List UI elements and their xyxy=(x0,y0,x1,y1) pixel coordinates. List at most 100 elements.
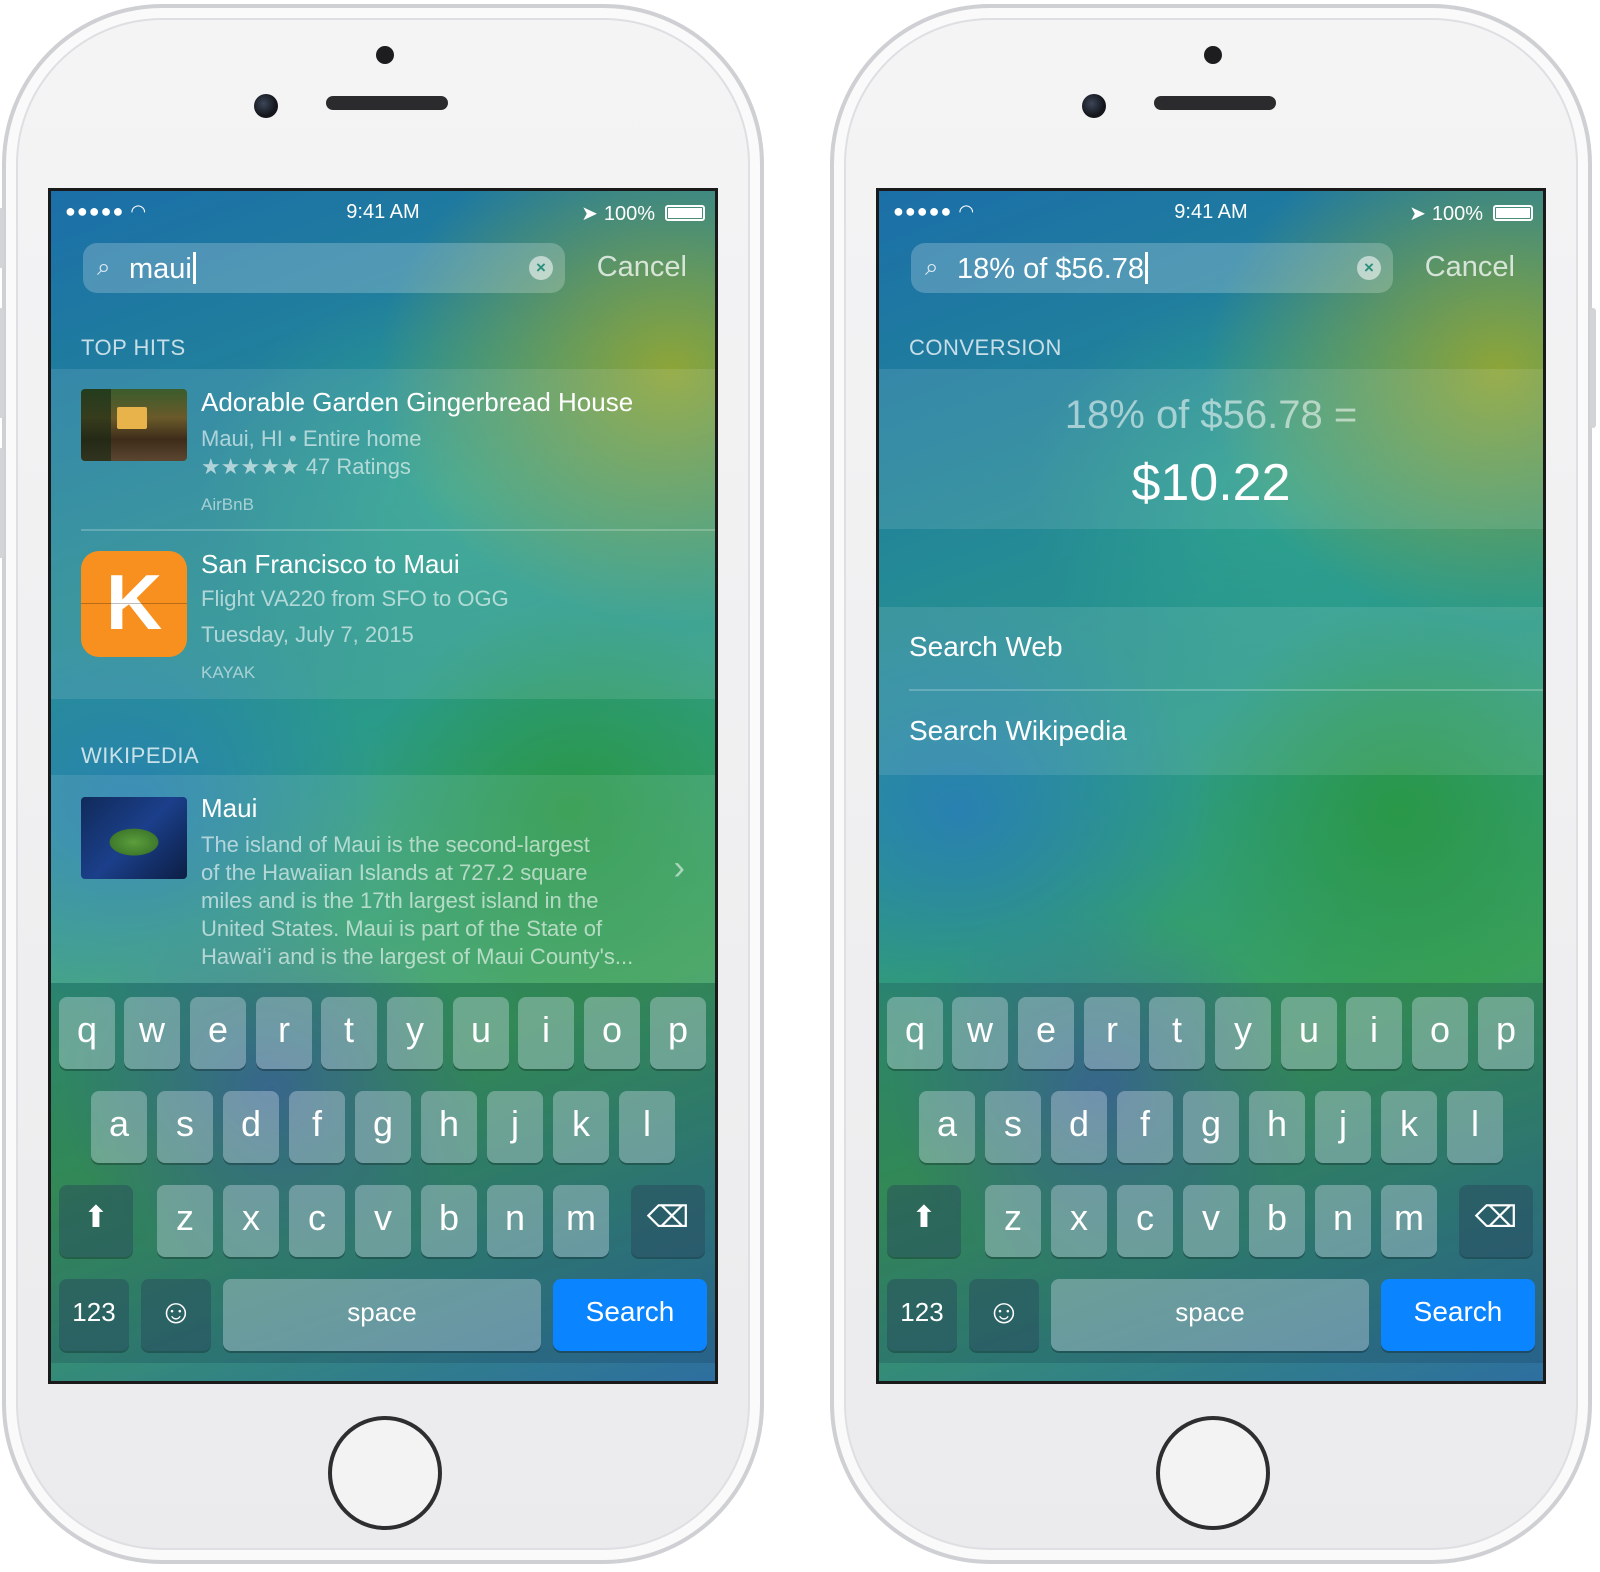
key-j[interactable]: j xyxy=(1315,1091,1371,1163)
search-web-button[interactable]: Search Web xyxy=(909,631,1063,663)
clear-icon[interactable]: × xyxy=(529,256,553,280)
key-t[interactable]: t xyxy=(1149,997,1205,1069)
key-a[interactable]: a xyxy=(919,1091,975,1163)
key-d[interactable]: d xyxy=(223,1091,279,1163)
key-b[interactable]: b xyxy=(421,1185,477,1257)
battery-icon xyxy=(1493,205,1533,221)
key-h[interactable]: h xyxy=(421,1091,477,1163)
result-excerpt-line: miles and is the 17th largest island in … xyxy=(201,888,599,913)
key-i[interactable]: i xyxy=(1346,997,1402,1069)
key-o[interactable]: o xyxy=(1412,997,1468,1069)
status-bar: ●●●●● ◠ 9:41 AM ➤ 100% xyxy=(879,199,1543,229)
key-l[interactable]: l xyxy=(1447,1091,1503,1163)
key-r[interactable]: r xyxy=(256,997,312,1069)
key-i[interactable]: i xyxy=(518,997,574,1069)
power-button xyxy=(1590,308,1596,428)
delete-key-icon[interactable]: ⌫ xyxy=(1459,1185,1533,1257)
key-r[interactable]: r xyxy=(1084,997,1140,1069)
key-p[interactable]: p xyxy=(650,997,706,1069)
numbers-key[interactable]: 123 xyxy=(59,1279,129,1351)
key-c[interactable]: c xyxy=(289,1185,345,1257)
search-key[interactable]: Search xyxy=(1381,1279,1535,1351)
home-button[interactable] xyxy=(1156,1416,1270,1530)
rating-row: ★★★★★ 47 Ratings xyxy=(201,453,411,481)
key-y[interactable]: y xyxy=(1215,997,1271,1069)
key-z[interactable]: z xyxy=(985,1185,1041,1257)
volume-up-button xyxy=(0,308,4,418)
key-v[interactable]: v xyxy=(1183,1185,1239,1257)
result-excerpt-line: United States. Maui is part of the State… xyxy=(201,916,603,941)
divider xyxy=(81,529,715,531)
key-f[interactable]: f xyxy=(289,1091,345,1163)
shift-key[interactable]: ⬆ xyxy=(887,1185,961,1257)
key-z[interactable]: z xyxy=(157,1185,213,1257)
key-s[interactable]: s xyxy=(985,1091,1041,1163)
key-s[interactable]: s xyxy=(157,1091,213,1163)
search-key[interactable]: Search xyxy=(553,1279,707,1351)
location-icon: ➤ xyxy=(581,203,598,225)
key-k[interactable]: k xyxy=(1381,1091,1437,1163)
space-key[interactable]: space xyxy=(1051,1279,1369,1351)
space-key[interactable]: space xyxy=(223,1279,541,1351)
key-v[interactable]: v xyxy=(355,1185,411,1257)
cancel-button[interactable]: Cancel xyxy=(1425,251,1515,284)
key-h[interactable]: h xyxy=(1249,1091,1305,1163)
home-button[interactable] xyxy=(328,1416,442,1530)
shift-key[interactable]: ⬆ xyxy=(59,1185,133,1257)
key-q[interactable]: q xyxy=(59,997,115,1069)
key-o[interactable]: o xyxy=(584,997,640,1069)
key-p[interactable]: p xyxy=(1478,997,1534,1069)
key-l[interactable]: l xyxy=(619,1091,675,1163)
key-d[interactable]: d xyxy=(1051,1091,1107,1163)
key-x[interactable]: x xyxy=(1051,1185,1107,1257)
cancel-button[interactable]: Cancel xyxy=(597,251,687,284)
emoji-key-icon[interactable]: ☺ xyxy=(141,1279,211,1351)
key-n[interactable]: n xyxy=(1315,1185,1371,1257)
key-j[interactable]: j xyxy=(487,1091,543,1163)
clear-icon[interactable]: × xyxy=(1357,256,1381,280)
delete-key-icon[interactable]: ⌫ xyxy=(631,1185,705,1257)
key-g[interactable]: g xyxy=(1183,1091,1239,1163)
key-e[interactable]: e xyxy=(190,997,246,1069)
screen: ●●●●● ◠ 9:41 AM ➤ 100% ⌕ 18% of $56.78 × … xyxy=(876,188,1546,1384)
front-camera xyxy=(1082,94,1106,118)
key-g[interactable]: g xyxy=(355,1091,411,1163)
mute-switch xyxy=(0,208,4,268)
search-query: 18% of $56.78 xyxy=(957,252,1148,286)
key-w[interactable]: w xyxy=(124,997,180,1069)
result-excerpt-line: Hawaiʻi and is the largest of Maui Count… xyxy=(201,944,634,969)
key-u[interactable]: u xyxy=(1281,997,1337,1069)
conversion-expression: 18% of $56.78 = xyxy=(1064,393,1358,437)
search-icon: ⌕ xyxy=(925,254,939,281)
key-u[interactable]: u xyxy=(453,997,509,1069)
key-f[interactable]: f xyxy=(1117,1091,1173,1163)
result-source: AirBnB xyxy=(201,495,254,514)
key-e[interactable]: e xyxy=(1018,997,1074,1069)
result-date: Tuesday, July 7, 2015 xyxy=(201,622,414,647)
rating-stars: ★★★★★ xyxy=(201,454,300,479)
keyboard: q w e r t y u i o p a s d f g h j k l ⬆ … xyxy=(879,983,1543,1363)
key-t[interactable]: t xyxy=(321,997,377,1069)
key-y[interactable]: y xyxy=(387,997,443,1069)
search-input[interactable]: ⌕ 18% of $56.78 × xyxy=(911,243,1393,293)
key-k[interactable]: k xyxy=(553,1091,609,1163)
key-b[interactable]: b xyxy=(1249,1185,1305,1257)
key-c[interactable]: c xyxy=(1117,1185,1173,1257)
key-w[interactable]: w xyxy=(952,997,1008,1069)
earpiece-speaker xyxy=(326,96,448,110)
key-a[interactable]: a xyxy=(91,1091,147,1163)
search-input[interactable]: ⌕ maui × xyxy=(83,243,565,293)
status-battery-text: ➤ 100% xyxy=(581,203,655,225)
result-source: KAYAK xyxy=(201,663,256,682)
key-x[interactable]: x xyxy=(223,1185,279,1257)
key-m[interactable]: m xyxy=(1381,1185,1437,1257)
battery-icon xyxy=(665,205,705,221)
key-q[interactable]: q xyxy=(887,997,943,1069)
key-m[interactable]: m xyxy=(553,1185,609,1257)
screen: ●●●●● ◠ 9:41 AM ➤ 100% ⌕ maui × Cancel TO… xyxy=(48,188,718,1384)
numbers-key[interactable]: 123 xyxy=(887,1279,957,1351)
key-n[interactable]: n xyxy=(487,1185,543,1257)
search-wikipedia-button[interactable]: Search Wikipedia xyxy=(909,715,1127,747)
emoji-key-icon[interactable]: ☺ xyxy=(969,1279,1039,1351)
section-title-wikipedia: WIKIPEDIA xyxy=(81,743,200,768)
